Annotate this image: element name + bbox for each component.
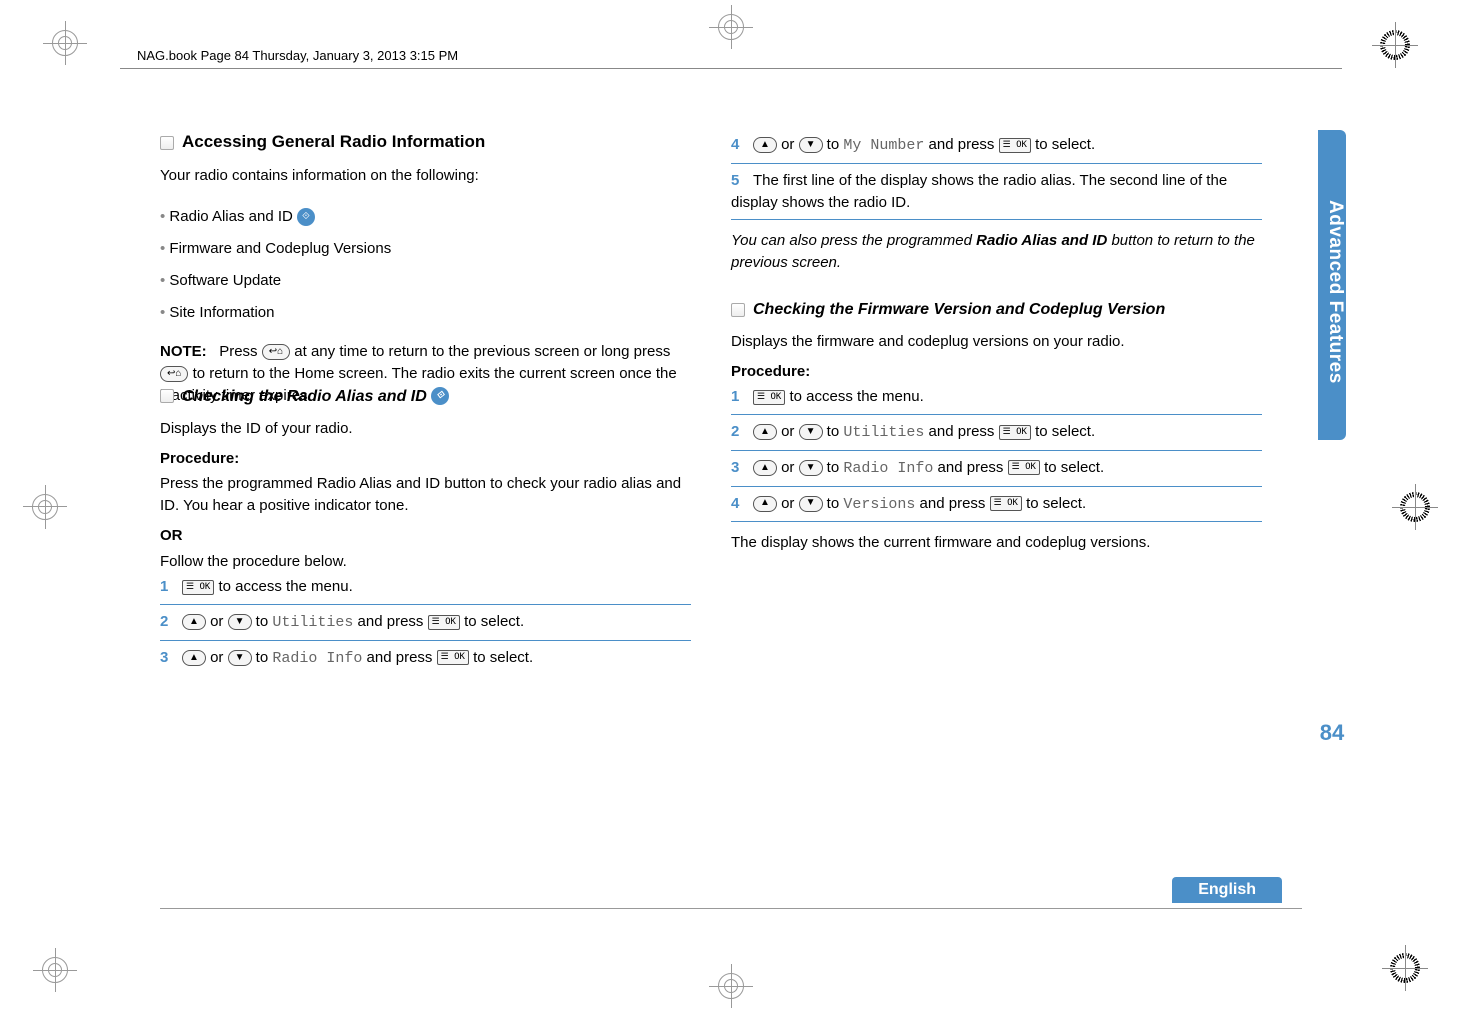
back-button-icon: ↩⌂ [262,344,290,360]
follow-text: Follow the procedure below. [160,551,691,573]
step-rule [731,163,1262,164]
procedure-label: Procedure: [731,361,1262,383]
ok-button-icon: ☰ OK [428,615,460,630]
subsection-title: Checking the Radio Alias and ID ⟐ [160,385,691,408]
up-button-icon: ▲ [753,460,777,476]
reg-mark-tr [1380,30,1410,60]
ok-button-icon: ☰ OK [437,650,469,665]
ok-button-icon: ☰ OK [999,425,1031,440]
note-label: NOTE: [160,343,207,360]
book-icon [160,136,174,150]
reg-mark-tl [52,30,78,56]
content-area: Accessing General Radio Information Your… [160,130,1262,674]
down-button-icon: ▼ [799,460,823,476]
book-icon [731,303,745,317]
down-button-icon: ▼ [228,650,252,666]
language-tab: English [1172,877,1282,903]
step-rule [731,521,1262,522]
top-rule [120,68,1342,69]
step-row: 3▲ or ▼ to Radio Info and press ☰ OK to … [731,457,1262,480]
step-rule [731,486,1262,487]
step-rule [731,414,1262,415]
reg-mark-mr [1400,492,1430,522]
reg-mark-ml [32,494,58,520]
reg-mark-mb [718,973,744,999]
step-rule [731,219,1262,220]
back-button-icon: ↩⌂ [160,366,188,382]
intro-text: Your radio contains information on the f… [160,165,691,187]
step-rule [731,450,1262,451]
reg-mark-bl [42,957,68,983]
step-row: 2▲ or ▼ to Utilities and press ☰ OK to s… [731,421,1262,444]
step-list: 1☰ OK to access the menu. 2▲ or ▼ to Uti… [731,386,1262,522]
italic-note: You can also press the programmed Radio … [731,230,1262,274]
step-row: 2▲ or ▼ to Utilities and press ☰ OK to s… [160,611,691,634]
closing-text: The display shows the current firmware a… [731,532,1262,554]
page-number: 84 [1318,720,1346,746]
or-label: OR [160,525,691,547]
procedure-body: Press the programmed Radio Alias and ID … [160,473,691,517]
up-button-icon: ▲ [753,496,777,512]
up-button-icon: ▲ [182,650,206,666]
reg-mark-br [1390,953,1420,983]
reg-mark-mt [718,14,744,40]
up-button-icon: ▲ [182,614,206,630]
step-row: 4▲ or ▼ to My Number and press ☰ OK to s… [731,134,1262,157]
sub-intro: Displays the ID of your radio. [160,418,691,440]
step-row: 1☰ OK to access the menu. [731,386,1262,408]
link-badge-icon: ⟐ [431,387,449,405]
step-list: 4▲ or ▼ to My Number and press ☰ OK to s… [731,134,1262,220]
section-title: Accessing General Radio Information [160,130,691,155]
page-header: NAG.book Page 84 Thursday, January 3, 20… [137,48,458,63]
step-row: 1☰ OK to access the menu. [160,576,691,598]
step-list: 1☰ OK to access the menu. 2▲ or ▼ to Uti… [160,576,691,669]
step-row: 5The first line of the display shows the… [731,170,1262,214]
bullet-item: • Firmware and Codeplug Versions [160,238,691,260]
ok-button-icon: ☰ OK [182,580,214,595]
ok-button-icon: ☰ OK [1008,460,1040,475]
up-button-icon: ▲ [753,137,777,153]
ok-button-icon: ☰ OK [990,496,1022,511]
side-tab: Advanced Features [1318,130,1346,440]
procedure-label: Procedure: [160,448,691,470]
step-row: 4▲ or ▼ to Versions and press ☰ OK to se… [731,493,1262,516]
down-button-icon: ▼ [799,137,823,153]
sub-intro: Displays the firmware and codeplug versi… [731,331,1262,353]
bullet-item: • Radio Alias and ID ⟐ [160,206,691,228]
step-row: 3▲ or ▼ to Radio Info and press ☰ OK to … [160,647,691,670]
book-icon [160,389,174,403]
left-column: Accessing General Radio Information Your… [160,130,691,674]
up-button-icon: ▲ [753,424,777,440]
bullet-item: • Software Update [160,270,691,292]
down-button-icon: ▼ [799,424,823,440]
step-rule [160,604,691,605]
ok-button-icon: ☰ OK [999,138,1031,153]
down-button-icon: ▼ [799,496,823,512]
subsection-title: Checking the Firmware Version and Codepl… [731,298,1262,321]
step-rule [160,640,691,641]
bullet-item: • Site Information [160,302,691,324]
ok-button-icon: ☰ OK [753,390,785,405]
link-badge-icon: ⟐ [297,208,315,226]
right-column: 4▲ or ▼ to My Number and press ☰ OK to s… [731,130,1262,674]
down-button-icon: ▼ [228,614,252,630]
bottom-rule [160,908,1302,909]
